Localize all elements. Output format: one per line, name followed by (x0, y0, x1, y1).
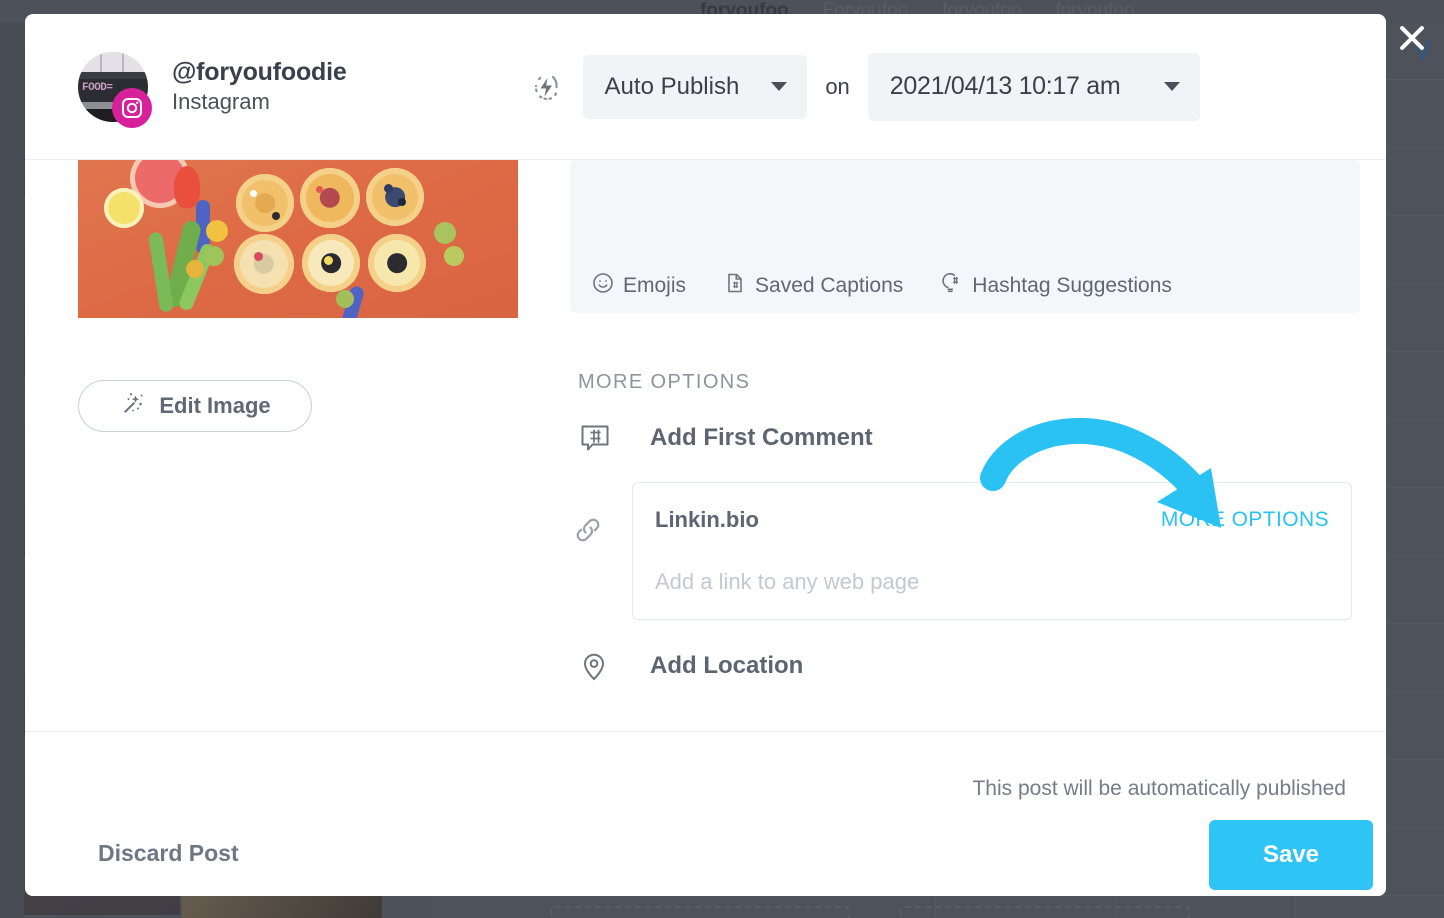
caption-input[interactable]: Emojis Saved Captions Hashtag Suggestion… (570, 160, 1360, 313)
post-image-preview[interactable] (78, 160, 518, 318)
add-location-label: Add Location (650, 652, 804, 679)
saved-captions-label: Saved Captions (755, 273, 904, 297)
emojis-label: Emojis (623, 273, 687, 297)
add-location-row[interactable]: Add Location (570, 630, 1360, 702)
avatar-logo-text: FOOD= (82, 81, 113, 94)
auto-publish-note: This post will be automatically publishe… (972, 777, 1346, 800)
chevron-down-icon (1164, 82, 1181, 91)
hashtag-suggestions-label: Hashtag Suggestions (972, 273, 1172, 297)
account-handle: @foryoufoodie (172, 57, 347, 86)
linkin-bio-header: Linkin.bio MORE OPTIONS (655, 507, 1329, 533)
saved-captions-icon (724, 272, 746, 299)
avatar: FOOD= (78, 51, 152, 128)
linkin-bio-title: Linkin.bio (655, 507, 759, 532)
hashtag-suggestions-button[interactable]: Hashtag Suggestions (941, 272, 1172, 299)
linkin-bio-card[interactable]: Linkin.bio MORE OPTIONS Add a link to an… (576, 482, 1352, 620)
on-label: on (825, 73, 850, 99)
instagram-icon (112, 87, 152, 128)
auto-publish-bolt-icon (527, 68, 565, 106)
edit-image-button[interactable]: Edit Image (78, 380, 312, 432)
add-first-comment-label: Add First Comment (650, 424, 873, 451)
edit-image-label: Edit Image (159, 393, 271, 418)
magic-wand-icon (119, 391, 145, 422)
media-panel: Edit Image (25, 160, 570, 731)
link-icon (571, 513, 605, 552)
publish-mode-value: Auto Publish (604, 72, 740, 100)
hashtag-bulb-icon (941, 272, 963, 299)
linkin-bio-url-input[interactable]: Add a link to any web page (655, 569, 1329, 595)
composer-body: Edit Image Emojis Saved Captions Hashtag… (25, 160, 1386, 731)
close-icon[interactable] (1390, 16, 1434, 60)
linkin-bio-more-options-link[interactable]: MORE OPTIONS (1161, 508, 1329, 532)
publish-controls: Auto Publish on 2021/04/13 10:17 am (527, 52, 1201, 121)
chevron-down-icon (771, 82, 788, 91)
composer-fields: Emojis Saved Captions Hashtag Suggestion… (570, 160, 1386, 731)
caption-toolbar: Emojis Saved Captions Hashtag Suggestion… (592, 272, 1172, 299)
discard-post-button[interactable]: Discard Post (98, 840, 239, 867)
publish-mode-dropdown[interactable]: Auto Publish (582, 54, 808, 119)
emojis-button[interactable]: Emojis (592, 272, 686, 299)
account-network: Instagram (172, 88, 270, 114)
post-composer-modal: FOOD= @foryoufoodie Instagram Auto Publi… (25, 14, 1386, 896)
comment-hash-icon (578, 421, 640, 455)
map-pin-icon (578, 650, 640, 682)
composer-header: FOOD= @foryoufoodie Instagram Auto Publi… (25, 14, 1386, 160)
schedule-datetime-value: 2021/04/13 10:17 am (889, 72, 1121, 100)
smiley-icon (592, 272, 614, 299)
composer-footer: This post will be automatically publishe… (25, 731, 1386, 896)
save-button[interactable]: Save (1209, 820, 1373, 890)
account-info: @foryoufoodie Instagram (172, 57, 347, 117)
add-first-comment-row[interactable]: Add First Comment (570, 402, 1360, 474)
more-options-section-label: MORE OPTIONS (578, 371, 751, 393)
saved-captions-button[interactable]: Saved Captions (724, 272, 903, 299)
schedule-datetime-dropdown[interactable]: 2021/04/13 10:17 am (867, 52, 1201, 121)
